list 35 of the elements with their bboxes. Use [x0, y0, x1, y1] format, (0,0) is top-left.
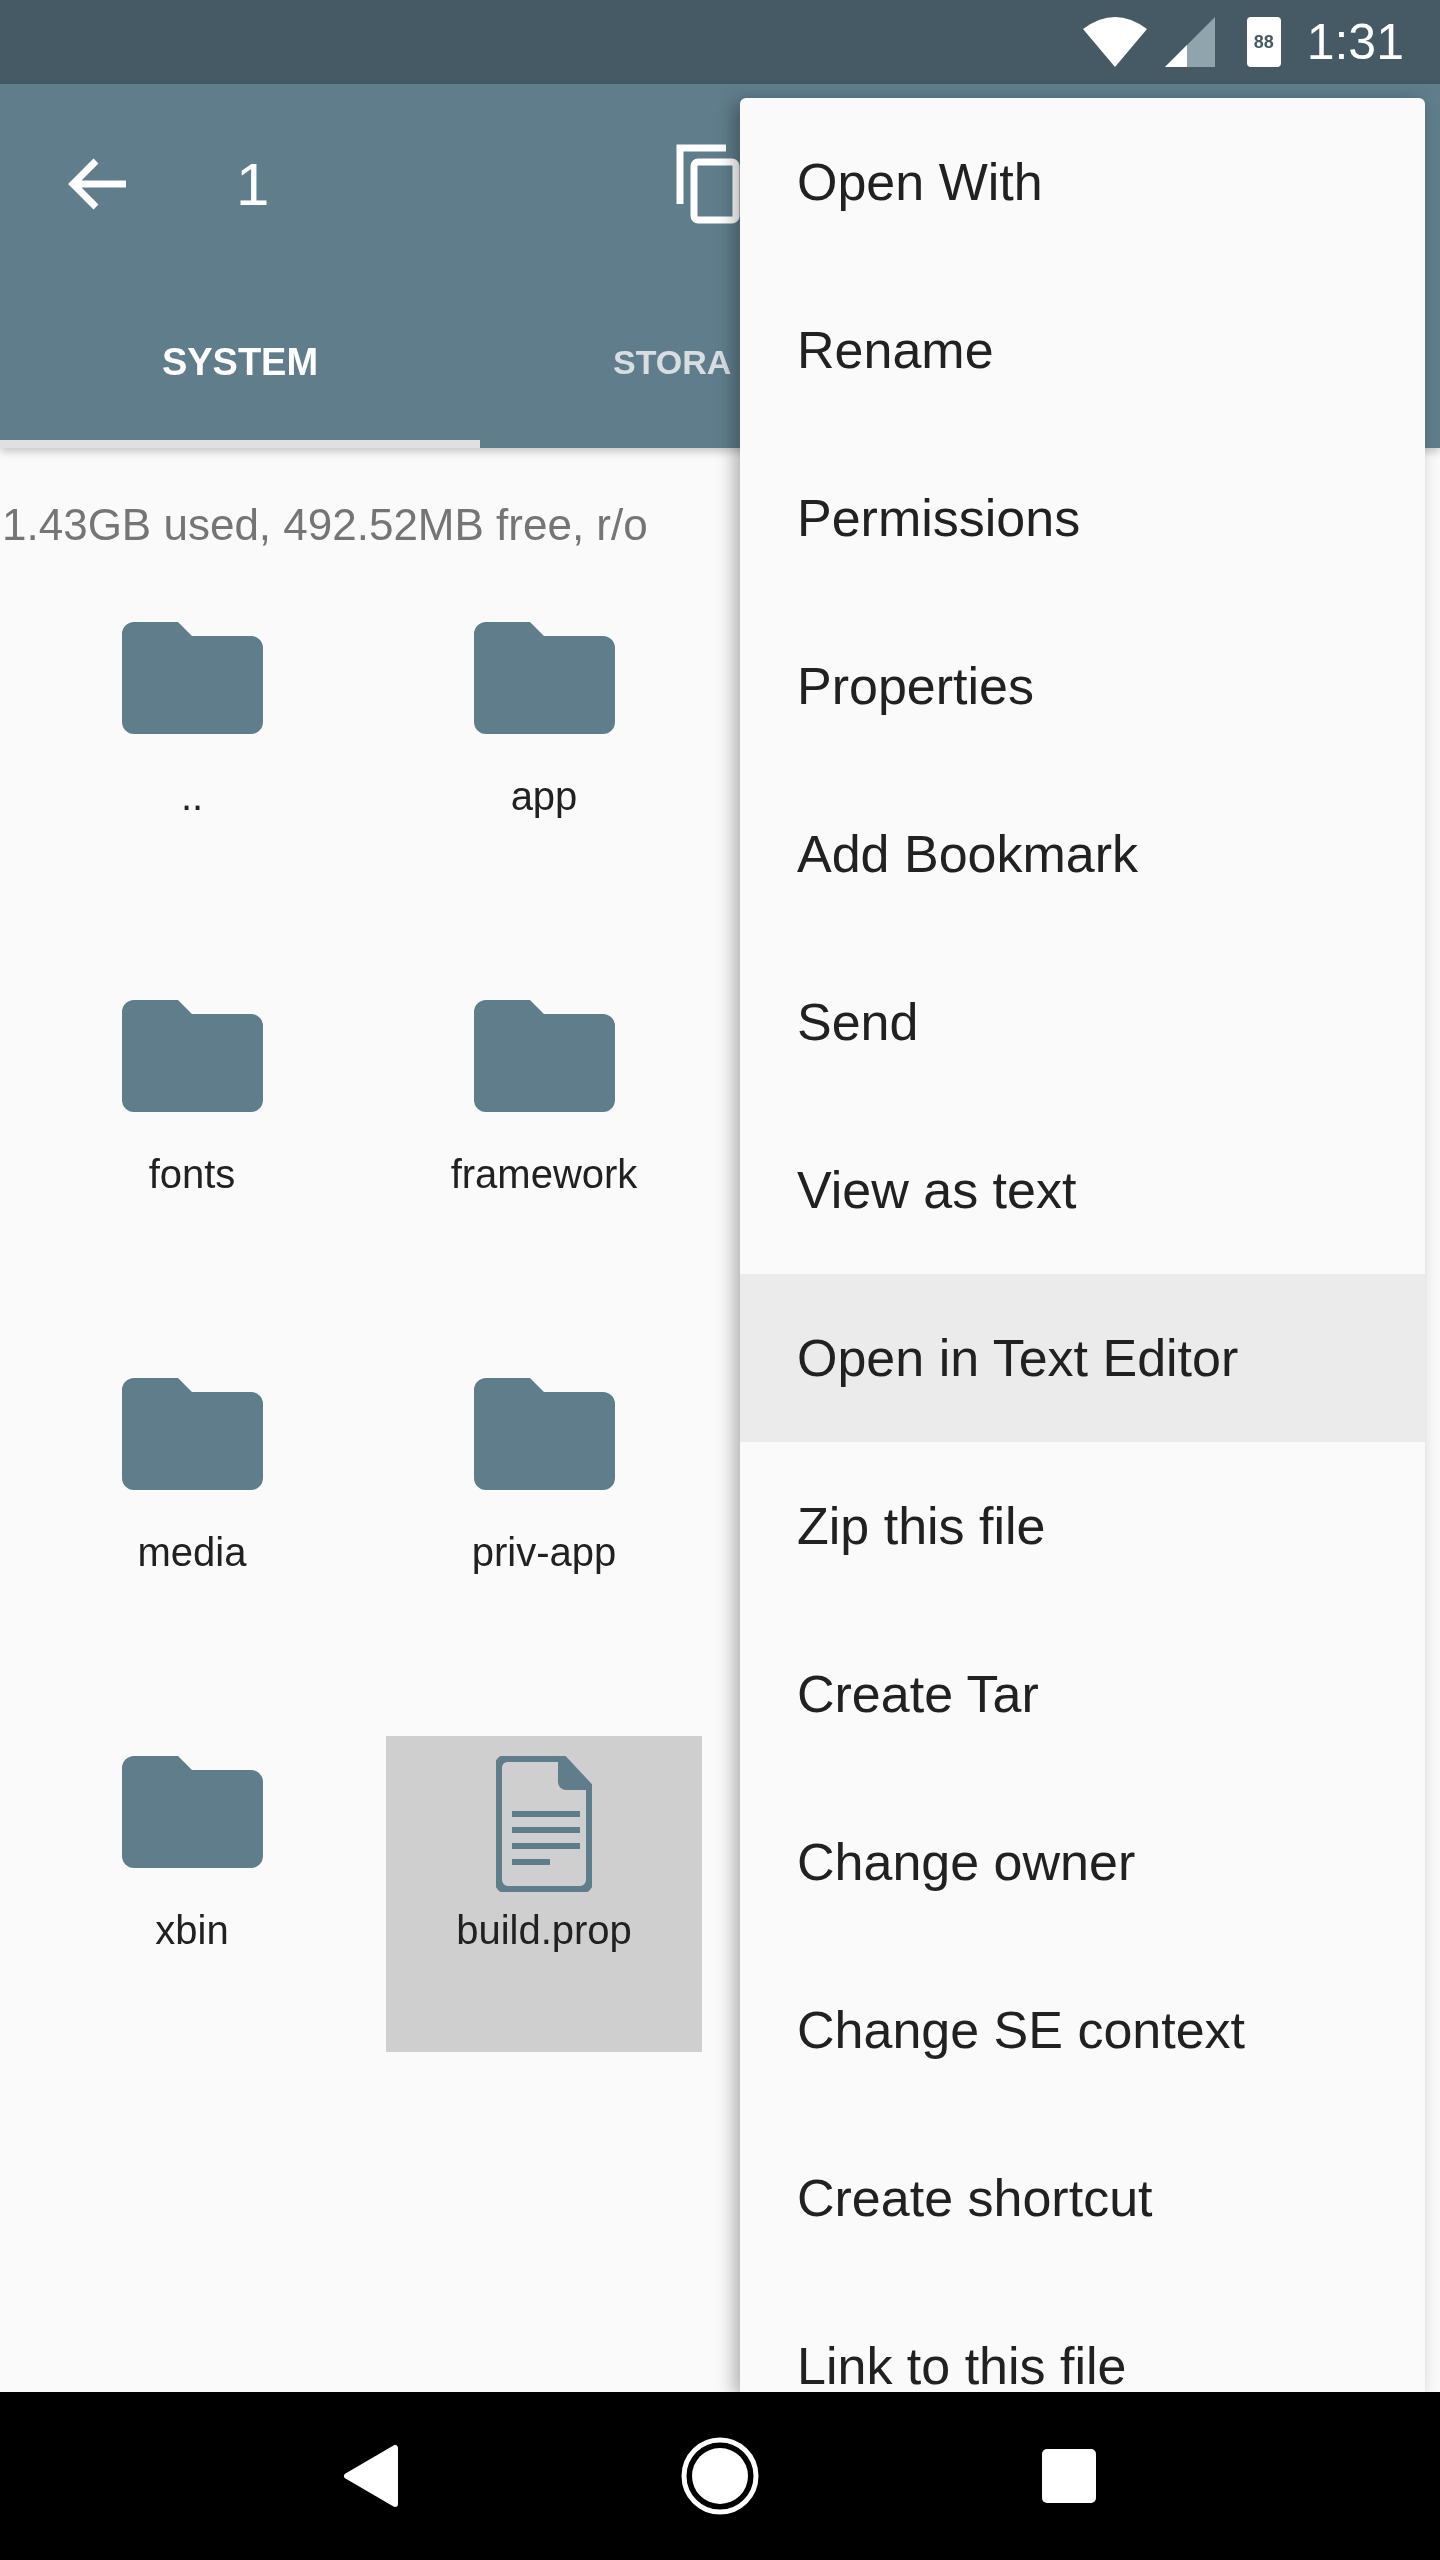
menu-item[interactable]: Open in Text Editor: [740, 1274, 1425, 1442]
menu-item[interactable]: Properties: [740, 602, 1425, 770]
menu-item[interactable]: Change SE context: [740, 1946, 1425, 2114]
file-grid-item[interactable]: app: [386, 602, 702, 918]
file-grid-item[interactable]: fonts: [34, 980, 350, 1296]
file-name: app: [510, 774, 578, 819]
menu-item[interactable]: Permissions: [740, 434, 1425, 602]
menu-item[interactable]: Add Bookmark: [740, 770, 1425, 938]
storage-info: 1.43GB used, 492.52MB free, r/o: [2, 500, 648, 550]
menu-item[interactable]: Zip this file: [740, 1442, 1425, 1610]
clock-time: 1:31: [1306, 13, 1404, 71]
file-name: build.prop: [456, 1908, 632, 1953]
menu-item[interactable]: Change owner: [740, 1778, 1425, 1946]
file-name: media: [137, 1530, 247, 1575]
file-grid-item[interactable]: framework: [386, 980, 702, 1296]
menu-item[interactable]: Create shortcut: [740, 2114, 1425, 2282]
file-name: priv-app: [471, 1530, 617, 1575]
selection-count: 1: [236, 149, 271, 219]
file-grid-item[interactable]: priv-app: [386, 1358, 702, 1674]
menu-item[interactable]: Link to this file: [740, 2282, 1425, 2392]
menu-item[interactable]: Rename: [740, 266, 1425, 434]
battery-icon: 88: [1246, 17, 1281, 67]
menu-item[interactable]: Open With: [740, 98, 1425, 266]
file-name: xbin: [155, 1908, 229, 1953]
file-grid-item[interactable]: xbin: [34, 1736, 350, 2052]
menu-item[interactable]: Send: [740, 938, 1425, 1106]
file-grid-item[interactable]: media: [34, 1358, 350, 1674]
menu-item[interactable]: Create Tar: [740, 1610, 1425, 1778]
file-name: fonts: [148, 1152, 236, 1197]
tab[interactable]: SYSTEM: [0, 284, 480, 448]
file-grid-item[interactable]: ..: [34, 602, 350, 918]
menu-item[interactable]: View as text: [740, 1106, 1425, 1274]
file-grid-item[interactable]: build.prop: [386, 1736, 702, 2052]
file-name: ..: [180, 774, 204, 819]
file-name: framework: [450, 1152, 638, 1197]
